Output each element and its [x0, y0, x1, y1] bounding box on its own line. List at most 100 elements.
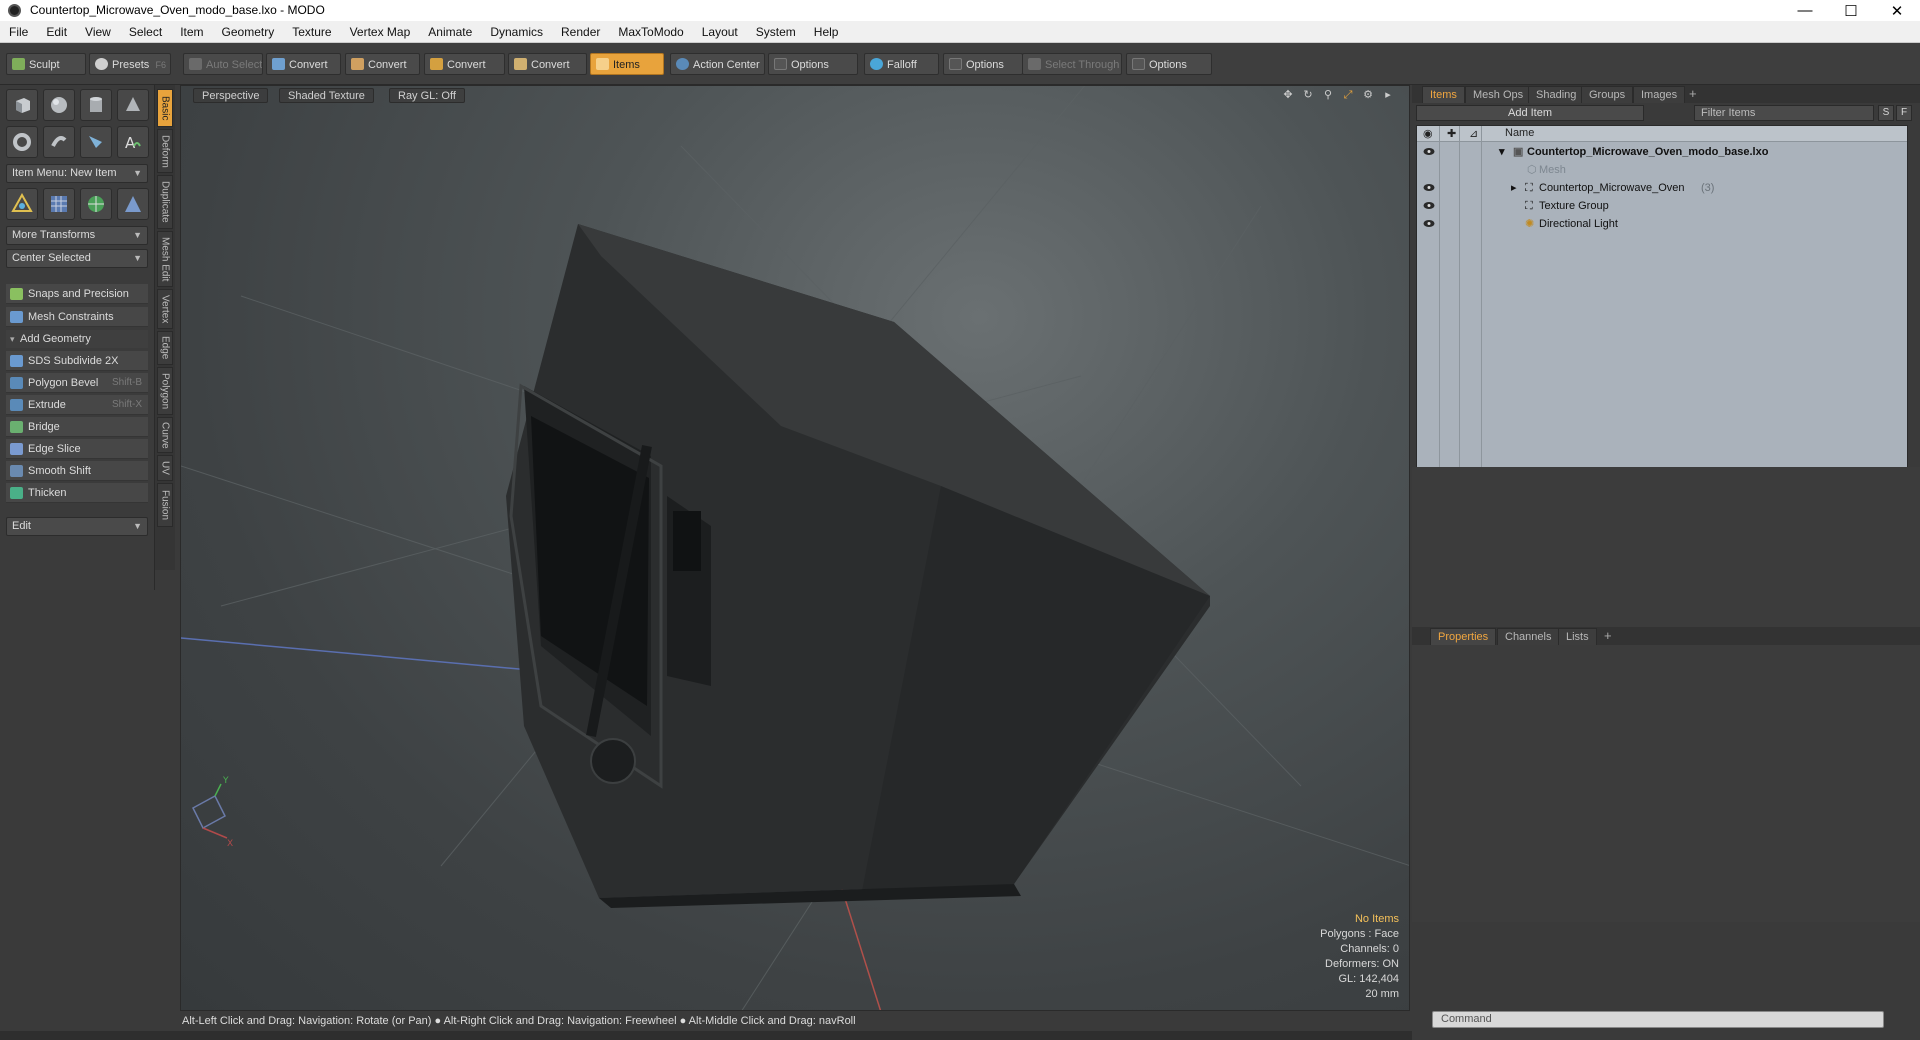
menu-vertex-map[interactable]: Vertex Map: [341, 21, 420, 43]
visibility-eye-icon[interactable]: [1423, 219, 1435, 228]
zoom-icon[interactable]: ⚲: [1321, 88, 1335, 102]
vtab-basic[interactable]: Basic: [157, 89, 173, 127]
globe-icon[interactable]: [80, 188, 112, 220]
tab-lists[interactable]: Lists: [1558, 628, 1597, 645]
cube-icon[interactable]: [6, 89, 38, 121]
minimize-button[interactable]: —: [1782, 0, 1828, 21]
filter-items-input[interactable]: Filter Items: [1694, 105, 1874, 121]
menu-layout[interactable]: Layout: [693, 21, 747, 43]
tree-row-light[interactable]: ✺ Directional Light: [1417, 215, 1907, 233]
vtab-edge[interactable]: Edge: [157, 331, 173, 365]
presets-button[interactable]: Presets F6: [89, 53, 171, 75]
pen-icon[interactable]: [80, 126, 112, 158]
vtab-duplicate[interactable]: Duplicate: [157, 175, 173, 229]
auto-select-button[interactable]: Auto Select: [183, 53, 263, 75]
item-menu-dropdown[interactable]: Item Menu: New Item ▼: [6, 164, 148, 183]
convert-edge-button[interactable]: Convert: [345, 53, 420, 75]
tab-properties[interactable]: Properties: [1430, 628, 1497, 645]
menu-select[interactable]: Select: [120, 21, 171, 43]
action-center-button[interactable]: Action Center: [670, 53, 765, 75]
play-arrow-icon[interactable]: ▸: [1381, 88, 1395, 102]
tab-mesh-ops[interactable]: Mesh Ops: [1465, 86, 1532, 103]
cone-icon[interactable]: [117, 89, 149, 121]
text-tool-icon[interactable]: A: [117, 126, 149, 158]
pan-icon[interactable]: ✥: [1281, 88, 1295, 102]
select-through-button[interactable]: Select Through: [1022, 53, 1122, 75]
select-options-button[interactable]: Options: [1126, 53, 1212, 75]
convert-vertex-button[interactable]: Convert: [266, 53, 341, 75]
edge-slice-button[interactable]: Edge Slice: [6, 439, 148, 459]
add-tab-icon[interactable]: +: [1689, 86, 1697, 101]
uv-grid-icon[interactable]: [43, 188, 75, 220]
s-toggle-button[interactable]: S: [1878, 105, 1894, 121]
tree-row-mesh[interactable]: ⬡ Mesh: [1417, 161, 1907, 179]
menu-maxtomodo[interactable]: MaxToModo: [609, 21, 692, 43]
transform-icon[interactable]: [6, 188, 38, 220]
fit-icon[interactable]: ⤢: [1341, 88, 1355, 102]
visibility-eye-icon[interactable]: [1423, 147, 1435, 156]
more-transforms-dropdown[interactable]: More Transforms ▼: [6, 226, 148, 245]
smooth-shift-button[interactable]: Smooth Shift: [6, 461, 148, 481]
falloff-options-button[interactable]: Options: [943, 53, 1023, 75]
convert-materials-button[interactable]: Convert: [508, 53, 587, 75]
add-geometry-section[interactable]: Add Geometry: [6, 330, 148, 348]
tree-row-texture-group[interactable]: ⛶ Texture Group: [1417, 197, 1907, 215]
tab-items[interactable]: Items: [1422, 86, 1465, 103]
sphere-icon[interactable]: [43, 89, 75, 121]
gear-icon[interactable]: ⚙: [1361, 88, 1375, 102]
menu-edit[interactable]: Edit: [37, 21, 76, 43]
menu-view[interactable]: View: [76, 21, 120, 43]
rotate-icon[interactable]: ↻: [1301, 88, 1315, 102]
shading-dropdown[interactable]: Shaded Texture: [279, 88, 374, 103]
vtab-deform[interactable]: Deform: [157, 129, 173, 173]
menu-help[interactable]: Help: [805, 21, 848, 43]
vtab-polygon[interactable]: Polygon: [157, 367, 173, 415]
torus-icon[interactable]: [6, 126, 38, 158]
expand-arrow-icon[interactable]: ▸: [1511, 179, 1517, 197]
action-center-options-button[interactable]: Options: [768, 53, 858, 75]
tab-shading[interactable]: Shading: [1528, 86, 1585, 103]
vtab-vertex[interactable]: Vertex: [157, 289, 173, 329]
cylinder-icon[interactable]: [80, 89, 112, 121]
sculpt-button[interactable]: Sculpt: [6, 53, 86, 75]
tab-channels[interactable]: Channels: [1497, 628, 1560, 645]
mesh-constraints-button[interactable]: Mesh Constraints: [6, 307, 148, 327]
visibility-eye-icon[interactable]: [1423, 183, 1435, 192]
visibility-eye-icon[interactable]: [1423, 201, 1435, 210]
extrude-button[interactable]: Extrude Shift-X: [6, 395, 148, 415]
command-input[interactable]: Command: [1432, 1011, 1884, 1028]
polygon-bevel-button[interactable]: Polygon Bevel Shift-B: [6, 373, 148, 393]
falloff-button[interactable]: Falloff: [864, 53, 939, 75]
vtab-mesh-edit[interactable]: Mesh Edit: [157, 231, 173, 287]
maximize-button[interactable]: ☐: [1828, 0, 1874, 21]
menu-render[interactable]: Render: [552, 21, 609, 43]
close-button[interactable]: ✕: [1874, 0, 1920, 21]
edit-dropdown[interactable]: Edit ▼: [6, 517, 148, 536]
tab-groups[interactable]: Groups: [1581, 86, 1634, 103]
sds-subdivide-button[interactable]: SDS Subdivide 2X: [6, 351, 148, 371]
add-item-dropdown[interactable]: Add Item: [1416, 105, 1644, 121]
menu-system[interactable]: System: [747, 21, 805, 43]
capsule-icon[interactable]: [43, 126, 75, 158]
pyramid-grid-icon[interactable]: [117, 188, 149, 220]
menu-dynamics[interactable]: Dynamics: [481, 21, 552, 43]
vtab-curve[interactable]: Curve: [157, 417, 173, 453]
menu-geometry[interactable]: Geometry: [213, 21, 284, 43]
convert-polygon-button[interactable]: Convert: [424, 53, 505, 75]
vtab-uv[interactable]: UV: [157, 455, 173, 481]
collapse-arrow-icon[interactable]: ▾: [1499, 143, 1505, 161]
bridge-button[interactable]: Bridge: [6, 417, 148, 437]
menu-item[interactable]: Item: [171, 21, 212, 43]
3d-viewport[interactable]: Y X Perspective Shaded Texture Ray GL: O…: [180, 85, 1410, 1011]
menu-texture[interactable]: Texture: [283, 21, 340, 43]
tree-row-group[interactable]: ▸ ⛶ Countertop_Microwave_Oven (3): [1417, 179, 1907, 197]
items-mode-button[interactable]: Items: [590, 53, 664, 75]
menu-file[interactable]: File: [0, 21, 37, 43]
perspective-dropdown[interactable]: Perspective: [193, 88, 269, 103]
vtab-fusion[interactable]: Fusion: [157, 483, 173, 527]
add-tab-icon[interactable]: +: [1604, 628, 1612, 643]
thicken-button[interactable]: Thicken: [6, 483, 148, 503]
center-selected-dropdown[interactable]: Center Selected ▼: [6, 249, 148, 268]
snaps-precision-button[interactable]: Snaps and Precision: [6, 284, 148, 304]
tab-images[interactable]: Images: [1633, 86, 1686, 103]
